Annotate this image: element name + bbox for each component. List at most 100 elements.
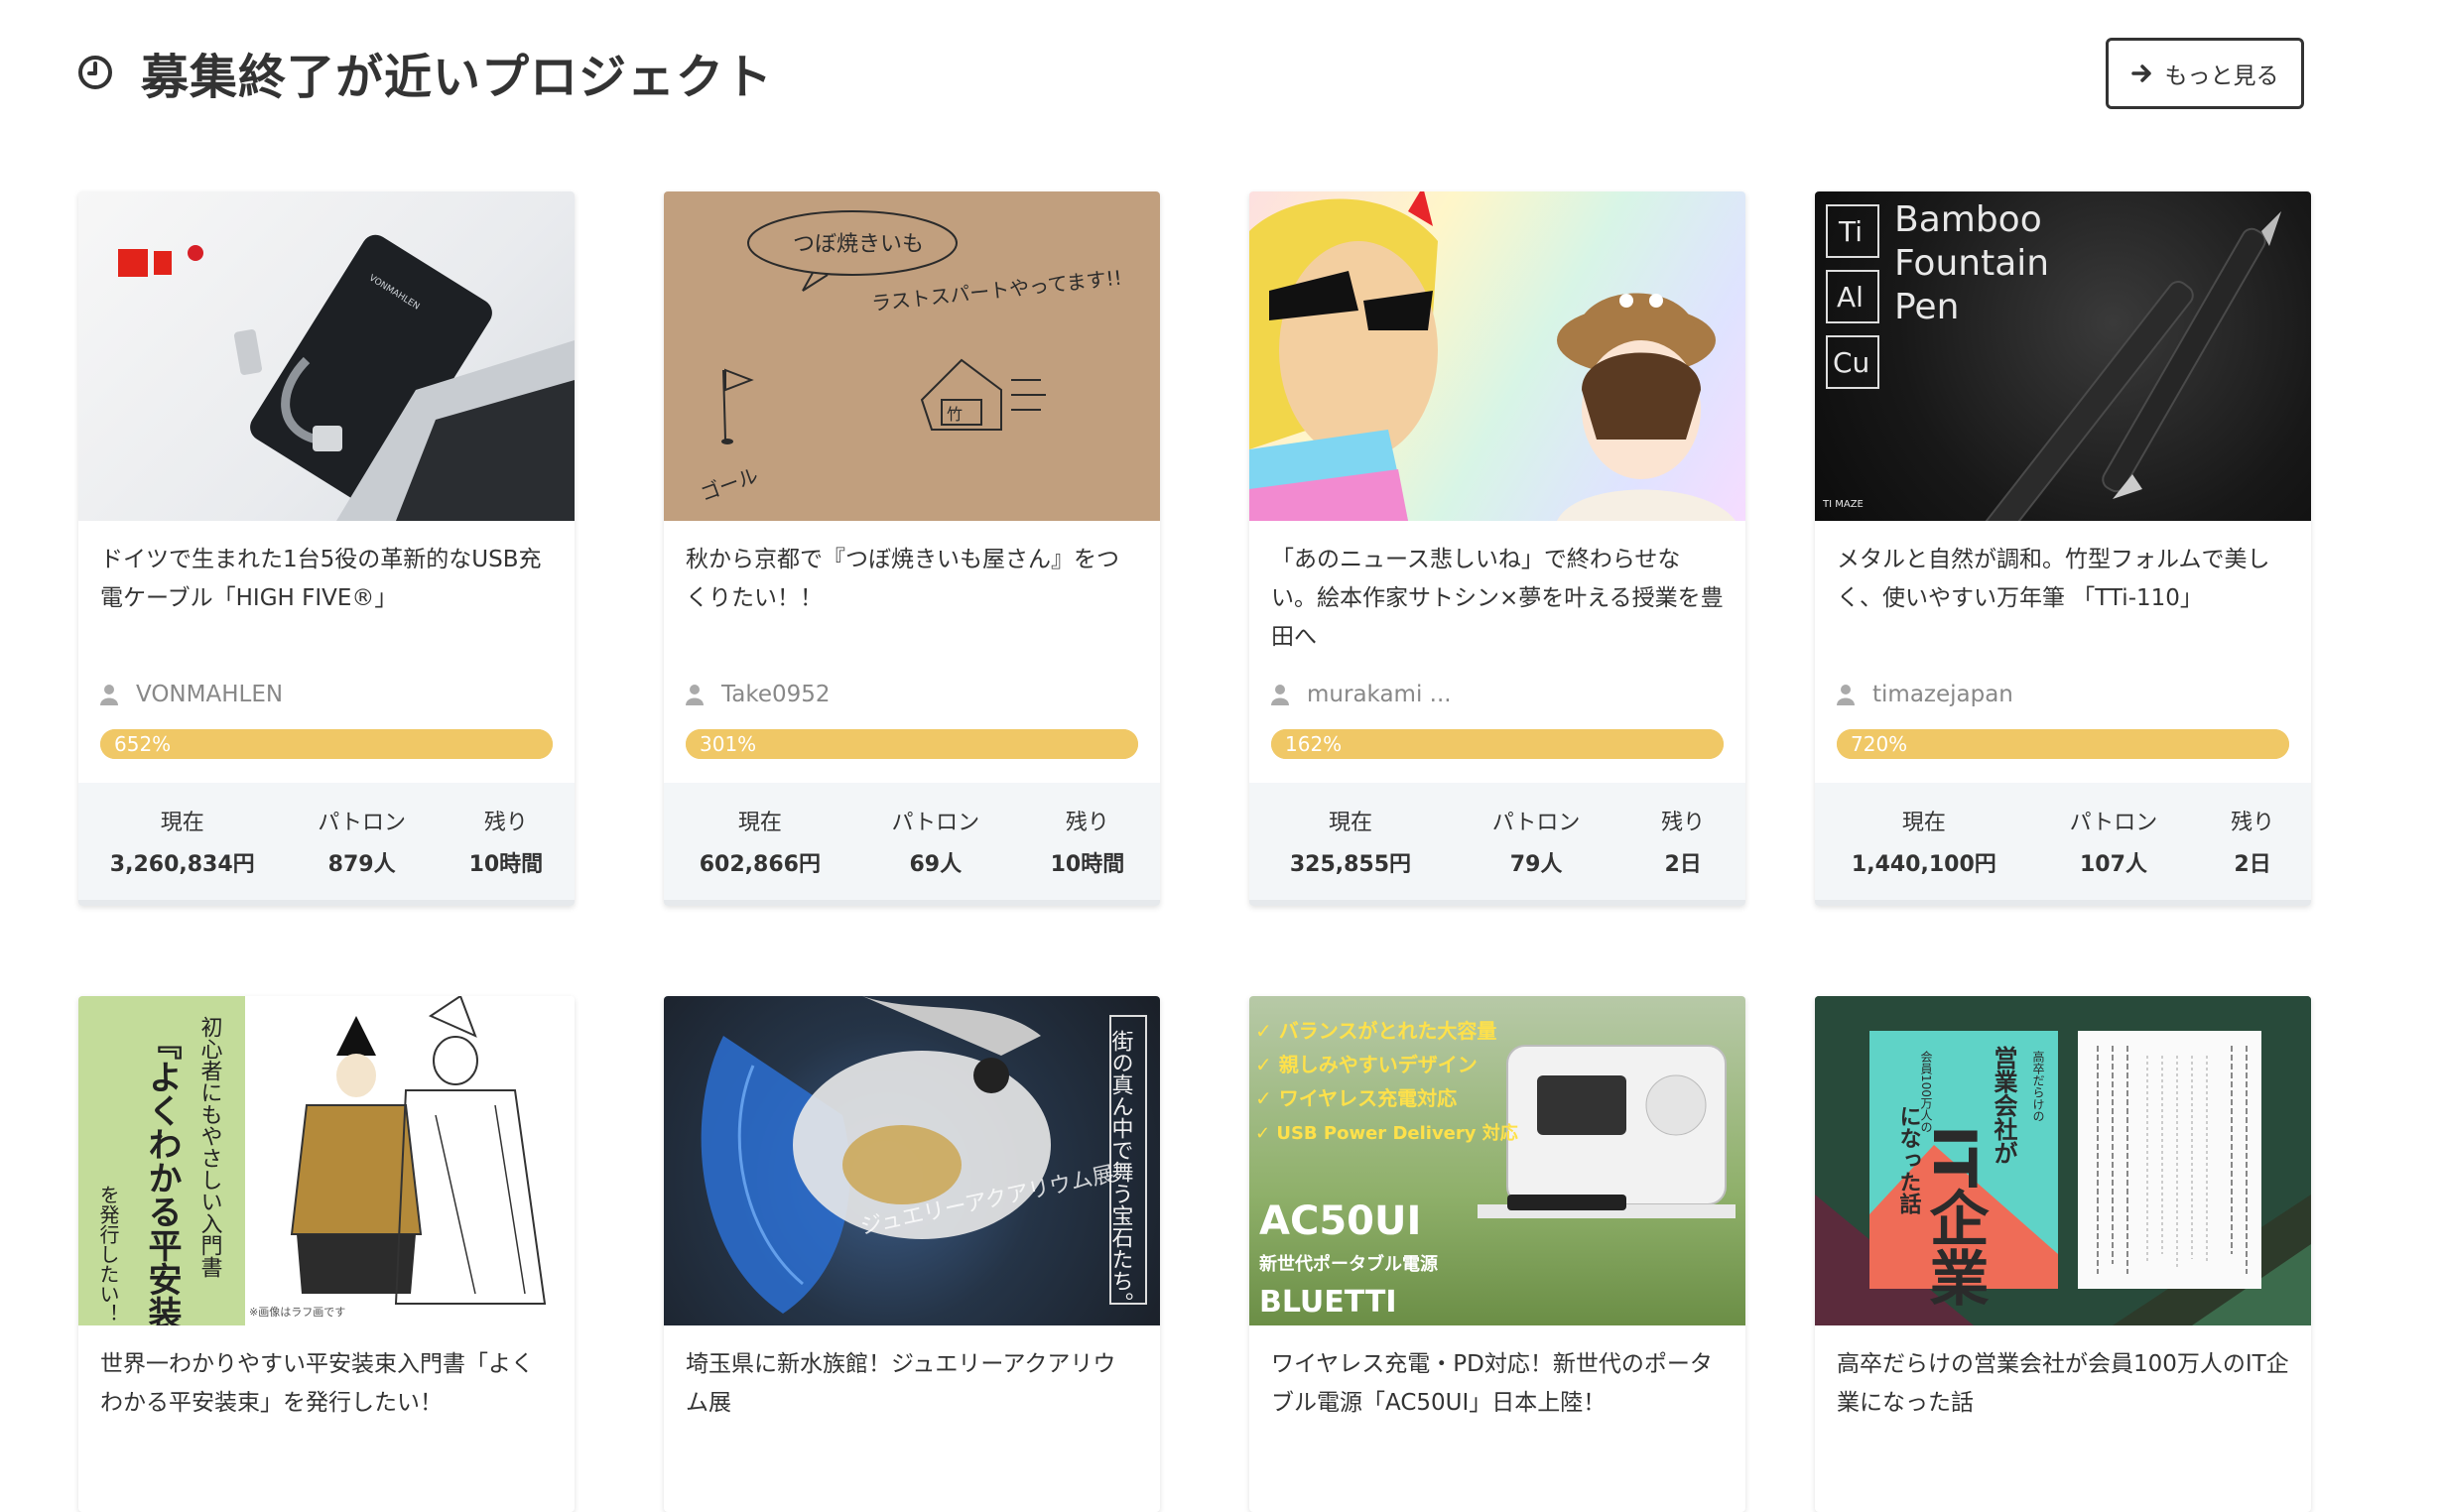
project-card[interactable]: 「あのニュース悲しいね」で終わらせない。絵本作家サトシン×夢を叶える授業を豊田へ… [1249,191,1745,906]
svg-text:新世代ポータブル電源: 新世代ポータブル電源 [1259,1253,1438,1275]
svg-text:Al: Al [1837,281,1864,314]
stat-label: 残り [2231,811,2275,835]
stat-value: 69人 [909,852,963,877]
stat-label: 現在 [160,811,204,835]
project-thumbnail[interactable]: Ti Al Cu Bamboo Fountain Pen TI MAZE [1815,191,2311,521]
funding-progress-bar: 652% [100,729,553,759]
fountain-pen-image: Ti Al Cu Bamboo Fountain Pen TI MAZE [1822,199,2281,521]
stat-current: 現在 325,855円 [1290,805,1411,878]
stat-value: 3,260,834円 [109,852,255,877]
more-button-label: もっと見る [2164,63,2279,89]
stat-remaining: 残り 2日 [2231,805,2274,878]
project-thumbnail[interactable]: VONMAHLEN [78,191,575,521]
stat-remaining: 残り 10時間 [1051,805,1125,878]
user-icon [100,685,118,705]
svg-text:✓ ワイヤレス充電対応: ✓ ワイヤレス充電対応 [1255,1086,1457,1110]
stat-remaining: 残り 10時間 [469,805,544,878]
stat-label: パトロン [891,811,980,835]
svg-text:ラストスパートやってます!!: ラストスパートやってます!! [870,266,1123,315]
project-card[interactable]: VONMAHLEN ドイツで生まれた1台5役の革新的なUSB充電ケーブル「HIG… [78,191,575,906]
progress-percent: 162% [1285,732,1343,756]
stat-value: 325,855円 [1289,852,1412,877]
svg-text:営業会社が: 営業会社が [1990,1045,2017,1165]
owner-name: Take0952 [721,682,831,707]
portable-power-station-image: ✓ バランスがとれた大容量 ✓ 親しみやすいデザイン ✓ ワイヤレス充電対応 ✓… [1255,1019,1736,1320]
progress-percent: 720% [1851,732,1908,756]
project-title[interactable]: 埼玉県に新水族館！ジュエリーアクアリウム展 [686,1345,1138,1464]
project-thumbnail[interactable]: 初心者にもやさしい入門書 『よくわかる平安装束』 を発行したい！ ※画像はラフ画… [78,996,575,1325]
clock-icon [78,56,112,89]
project-card[interactable]: 初心者にもやさしい入門書 『よくわかる平安装束』 を発行したい！ ※画像はラフ画… [78,996,575,1512]
project-title[interactable]: ドイツで生まれた1台5役の革新的なUSB充電ケーブル「HIGH FIVE®」 [100,541,553,660]
svg-text:✓ バランスがとれた大容量: ✓ バランスがとれた大容量 [1255,1019,1496,1043]
project-owner: VONMAHLEN [100,680,553,709]
stat-label: 残り [483,811,528,835]
project-stats: 現在 1,440,100円 パトロン 107人 残り 2日 [1815,783,2311,906]
owner-name: timazejapan [1872,682,2013,707]
project-title[interactable]: 高卒だらけの営業会社が会員100万人のIT企業になった話 [1837,1345,2289,1464]
project-thumbnail[interactable]: IT企業 営業会社が 高卒だらけの 会員100万人の になった話 [1815,996,2311,1325]
project-owner: murakami ... [1271,680,1724,709]
project-thumbnail[interactable]: 街の真ん中で舞う宝石たち。 ジュエリーアクアリウム展 [664,996,1160,1325]
project-card[interactable]: ✓ バランスがとれた大容量 ✓ 親しみやすいデザイン ✓ ワイヤレス充電対応 ✓… [1249,996,1745,1512]
stat-label: 現在 [1328,811,1372,835]
stat-label: 現在 [737,811,782,835]
stat-value: 879人 [327,852,396,877]
project-title[interactable]: 秋から京都で『つぼ焼きいも屋さん』をつくりたい！！ [686,541,1138,660]
owner-name: murakami ... [1307,682,1452,707]
owner-name: VONMAHLEN [136,682,284,707]
project-title[interactable]: 「あのニュース悲しいね」で終わらせない。絵本作家サトシン×夢を叶える授業を豊田へ [1271,541,1724,660]
stat-current: 現在 602,866円 [700,805,821,878]
funding-progress-bar: 162% [1271,729,1724,759]
stat-value: 1,440,100円 [1851,852,1996,877]
project-card[interactable]: 街の真ん中で舞う宝石たち。 ジュエリーアクアリウム展 埼玉県に新水族館！ジュエリ… [664,996,1160,1512]
svg-text:AC50UI: AC50UI [1259,1198,1421,1244]
svg-text:を発行したい！: を発行したい！ [96,1185,120,1323]
funding-progress-bar: 720% [1837,729,2289,759]
svg-text:会員100万人の: 会員100万人の [1919,1051,1933,1133]
stat-label: パトロン [2069,811,2158,835]
project-thumbnail[interactable] [1249,191,1745,521]
project-stats: 現在 602,866円 パトロン 69人 残り 10時間 [664,783,1160,906]
svg-text:つぼ焼きいも: つぼ焼きいも [793,232,924,257]
stat-value: 602,866円 [699,852,821,877]
progress-percent: 652% [114,732,172,756]
stat-value: 10時間 [468,852,544,877]
stat-value: 2日 [2234,852,2271,877]
svg-text:TI MAZE: TI MAZE [1822,499,1864,510]
svg-text:『よくわかる平安装束』: 『よくわかる平安装束』 [142,1026,182,1325]
stat-value: 107人 [2079,852,2147,877]
svg-text:Fountain: Fountain [1894,243,2049,284]
stat-label: パトロン [318,811,406,835]
user-icon [686,685,704,705]
stat-patrons: パトロン 79人 [1492,805,1581,878]
progress-percent: 301% [700,732,757,756]
section-title: 募集終了が近いプロジェクト [141,50,774,105]
user-icon [1837,685,1855,705]
stat-current: 現在 3,260,834円 [110,805,255,878]
svg-text:※画像はラフ画です: ※画像はラフ画です [249,1306,345,1319]
project-title[interactable]: 世界一わかりやすい平安装束入門書「よくわかる平安装束」を発行したい！ [100,1345,553,1464]
funding-progress-bar: 301% [686,729,1138,759]
stat-label: パトロン [1491,811,1581,835]
stat-patrons: パトロン 69人 [891,805,979,878]
project-thumbnail[interactable]: ✓ バランスがとれた大容量 ✓ 親しみやすいデザイン ✓ ワイヤレス充電対応 ✓… [1249,996,1745,1325]
project-title[interactable]: ワイヤレス充電・PD対応！新世代のポータブル電源「AC50UI」日本上陸！ [1271,1345,1724,1464]
svg-text:初心者にもやさしい入門書: 初心者にもやさしい入門書 [197,1016,223,1278]
more-button[interactable]: もっと見る [2106,38,2304,109]
project-card[interactable]: IT企業 営業会社が 高卒だらけの 会員100万人の になった話 高卒だらけの営… [1815,996,2311,1512]
svg-text:BLUETTI: BLUETTI [1259,1285,1397,1320]
project-card[interactable]: つぼ焼きいも ラストスパートやってます!! ゴール 竹 秋から京都で『つぼ焼きい… [664,191,1160,906]
section-header: 募集終了が近いプロジェクト [77,38,773,107]
project-owner: Take0952 [686,680,1138,709]
stat-value: 10時間 [1050,852,1125,877]
project-card[interactable]: Ti Al Cu Bamboo Fountain Pen TI MAZE メタル… [1815,191,2311,906]
svg-text:ゴール: ゴール [698,463,762,506]
project-thumbnail[interactable]: つぼ焼きいも ラストスパートやってます!! ゴール 竹 [664,191,1160,521]
project-title[interactable]: メタルと自然が調和。竹型フォルムで美しく、使いやすい万年筆 「TTi-110」 [1837,541,2289,660]
arrow-right-icon [2130,64,2151,82]
stat-label: 現在 [1901,811,1946,835]
stat-current: 現在 1,440,100円 [1852,805,1996,878]
project-stats: 現在 325,855円 パトロン 79人 残り 2日 [1249,783,1745,906]
svg-text:Bamboo: Bamboo [1894,199,2042,240]
